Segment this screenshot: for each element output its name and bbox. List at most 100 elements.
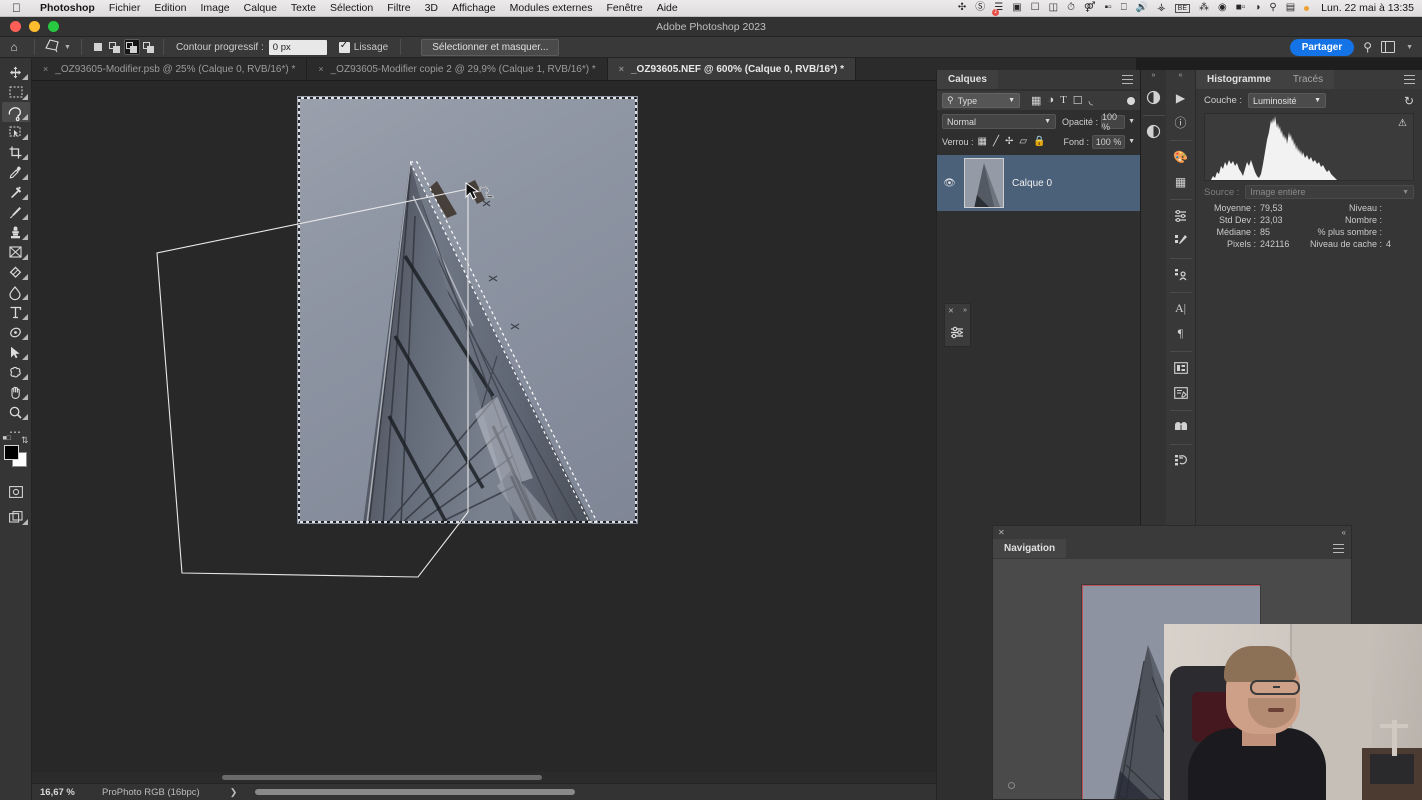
- macos-menu-fenetre[interactable]: Fenêtre: [600, 2, 650, 14]
- character-panel-icon[interactable]: A|: [1169, 297, 1192, 320]
- be-icon[interactable]: BE: [1174, 3, 1191, 13]
- workspace-icon[interactable]: [1381, 41, 1396, 53]
- new-selection-button[interactable]: [90, 39, 106, 55]
- time-machine-icon[interactable]: ⏱: [1067, 3, 1075, 13]
- color-panel-icon[interactable]: 🎨: [1169, 145, 1192, 168]
- select-and-mask-button[interactable]: Sélectionner et masquer...: [421, 38, 560, 56]
- shape-tool[interactable]: [2, 362, 30, 382]
- actions-panel-icon[interactable]: [1169, 263, 1192, 286]
- tab-histogramme[interactable]: Histogramme: [1196, 70, 1282, 89]
- hand-tool[interactable]: [2, 382, 30, 402]
- layer-name[interactable]: Calque 0: [1012, 178, 1052, 189]
- dnd-icon[interactable]: Ⓢ: [975, 3, 985, 13]
- close-icon[interactable]: ✕: [998, 528, 1005, 537]
- collapse-icon[interactable]: «: [1179, 72, 1183, 79]
- tab-calques[interactable]: Calques: [937, 70, 998, 89]
- share-button[interactable]: Partager: [1289, 38, 1355, 56]
- styles-panel-icon[interactable]: [1169, 415, 1192, 438]
- home-icon[interactable]: ⌂: [0, 40, 28, 54]
- macos-menu-image[interactable]: Image: [193, 2, 236, 14]
- pixel-filter-icon[interactable]: ▦: [1031, 94, 1041, 107]
- apple-icon[interactable]: : [0, 2, 33, 14]
- active-tool-preset[interactable]: ▼: [41, 39, 75, 55]
- color-swatches[interactable]: ■□ ⇅: [3, 435, 29, 468]
- notes-panel-icon[interactable]: [1169, 381, 1192, 404]
- wings-app-icon[interactable]: ✣: [958, 3, 966, 13]
- lock-position-icon[interactable]: ✢: [1005, 136, 1013, 147]
- lock-all-icon[interactable]: 🔒: [1033, 136, 1045, 147]
- macos-menu-selection[interactable]: Sélection: [323, 2, 380, 14]
- screen-record-icon[interactable]: ▣: [1012, 3, 1021, 13]
- blend-mode-select[interactable]: Normal ▼: [942, 114, 1056, 129]
- masks-panel-icon[interactable]: [1142, 120, 1165, 143]
- macos-menu-filtre[interactable]: Filtre: [380, 2, 417, 14]
- type-filter-icon[interactable]: T: [1060, 94, 1067, 107]
- subtract-from-selection-button[interactable]: [123, 39, 140, 55]
- eye-icon[interactable]: 👁: [943, 178, 956, 189]
- properties-panel-icon[interactable]: [1169, 204, 1192, 227]
- spot-healing-brush-tool[interactable]: [2, 182, 30, 202]
- layer-row[interactable]: 👁 Calque 0: [937, 155, 1140, 211]
- chevron-down-icon[interactable]: ▼: [62, 44, 71, 51]
- adjustments-panel-icon[interactable]: [1142, 86, 1165, 109]
- transfer-icon[interactable]: ☐: [1031, 3, 1040, 13]
- adjustments-brush-icon[interactable]: [1169, 229, 1192, 252]
- close-icon[interactable]: ×: [318, 64, 323, 74]
- layer-filter-type-select[interactable]: ⚲ Type ▼: [942, 93, 1020, 108]
- spotlight-icon[interactable]: ⚲: [1269, 3, 1276, 13]
- macos-menu-aide[interactable]: Aide: [650, 2, 685, 14]
- move-tool[interactable]: [2, 62, 30, 82]
- channel-select[interactable]: Luminosité ▼: [1248, 93, 1327, 108]
- refresh-icon[interactable]: ↻: [1404, 94, 1414, 108]
- close-icon[interactable]: ✕: [948, 307, 954, 315]
- gradient-tool[interactable]: [2, 282, 30, 302]
- macos-menu-photoshop[interactable]: Photoshop: [33, 2, 102, 14]
- adjustments-sliders-icon[interactable]: [945, 317, 970, 347]
- shape-filter-icon[interactable]: ☐: [1073, 94, 1083, 107]
- close-icon[interactable]: ×: [619, 64, 624, 74]
- collapsed-properties-panel[interactable]: ✕ »: [944, 303, 971, 347]
- info-panel-icon[interactable]: ⓘ: [1169, 111, 1192, 134]
- tab-traces[interactable]: Tracés: [1281, 70, 1335, 89]
- close-icon[interactable]: ×: [43, 64, 48, 74]
- foreground-color-swatch[interactable]: [3, 445, 19, 460]
- warning-icon[interactable]: ⚠: [1398, 118, 1407, 129]
- clipboard-icon[interactable]: ◫: [1049, 3, 1058, 13]
- rectangular-marquee-tool[interactable]: [2, 82, 30, 102]
- fill-input[interactable]: 100 %: [1092, 134, 1126, 149]
- chevron-down-icon[interactable]: ▼: [1125, 138, 1135, 145]
- notifications-icon[interactable]: ☰ 1: [992, 3, 1003, 16]
- adjustment-filter-icon[interactable]: ◑: [1047, 94, 1054, 107]
- panel-menu-icon[interactable]: [1333, 544, 1344, 553]
- chevron-down-icon[interactable]: ▼: [1125, 118, 1135, 125]
- lock-image-pixels-icon[interactable]: ╱: [993, 136, 999, 147]
- filter-toggle[interactable]: [1127, 96, 1135, 105]
- chevron-right-icon[interactable]: ❯: [200, 787, 238, 798]
- path-selection-tool[interactable]: [2, 342, 30, 362]
- lasso-tool[interactable]: [1, 102, 30, 122]
- history-panel-icon[interactable]: [1169, 449, 1192, 472]
- volume-icon[interactable]: 🔊: [1136, 3, 1148, 13]
- object-selection-tool[interactable]: [2, 122, 30, 142]
- lock-artboard-icon[interactable]: ▱: [1019, 136, 1027, 147]
- panel-menu-icon[interactable]: [1404, 75, 1415, 84]
- swatches-panel-icon[interactable]: ▦: [1169, 170, 1192, 193]
- blur-tool[interactable]: [2, 322, 30, 342]
- feather-input[interactable]: 0 px: [268, 39, 327, 55]
- display-icon[interactable]: ⎕: [1121, 3, 1127, 13]
- document-tab-1[interactable]: × _OZ93605-Modifier.psb @ 25% (Calque 0,…: [32, 58, 308, 80]
- layer-comps-panel-icon[interactable]: [1169, 356, 1192, 379]
- layer-thumbnail[interactable]: [964, 158, 1004, 208]
- type-tool[interactable]: [2, 302, 30, 322]
- macos-menu-modules-externes[interactable]: Modules externes: [503, 2, 600, 14]
- zoom-level[interactable]: 16,67 %: [32, 787, 98, 798]
- tab-navigation[interactable]: Navigation: [993, 539, 1067, 558]
- intersect-selection-button[interactable]: [141, 39, 157, 55]
- battery-icon[interactable]: ■▫: [1236, 3, 1246, 13]
- wifi-icon[interactable]: ◑: [1254, 3, 1260, 13]
- collapse-icon[interactable]: »: [1152, 72, 1156, 79]
- brush-tool[interactable]: [2, 202, 30, 222]
- document-tab-2[interactable]: × _OZ93605-Modifier copie 2 @ 29,9% (Cal…: [307, 58, 608, 80]
- swap-colors-icon[interactable]: ⇅: [21, 435, 29, 446]
- chevron-down-icon[interactable]: ▼: [1404, 44, 1413, 51]
